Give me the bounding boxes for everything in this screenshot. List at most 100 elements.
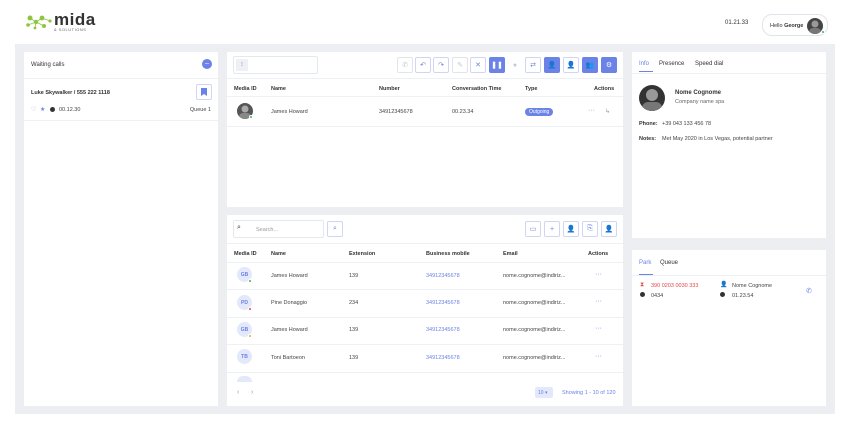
minus-icon[interactable]: – xyxy=(202,59,212,69)
phone-value: +39 043 133 456 78 xyxy=(662,121,712,127)
more-icon[interactable]: ··· xyxy=(595,325,602,332)
heart-icon[interactable]: ♡ xyxy=(31,106,36,113)
contact-extension: 139 xyxy=(349,273,359,279)
info-panel: Info Presence Speed dial Nome Cognome Co… xyxy=(632,52,826,238)
more-icon[interactable]: ··· xyxy=(595,353,602,360)
contact-extension: 139 xyxy=(349,327,359,333)
contact-photo xyxy=(639,85,665,111)
divider xyxy=(227,344,623,345)
parked-code: 0434 xyxy=(651,293,664,299)
notes-label: Notes: xyxy=(639,136,657,142)
search-input[interactable]: ⌕ Search... xyxy=(233,220,324,238)
col-actions: Actions xyxy=(594,86,615,92)
folder-icon[interactable]: ▭ xyxy=(525,221,541,237)
col-media-id: Media ID xyxy=(234,251,257,257)
greeting-word: Hello xyxy=(770,23,783,29)
contact-email: nome.cognome@indiriz... xyxy=(503,273,566,279)
prev-page-icon[interactable]: ‹ xyxy=(237,389,239,396)
undo-icon[interactable]: ↶ xyxy=(415,57,431,73)
divider xyxy=(227,289,623,290)
mute-icon[interactable]: ✕ xyxy=(470,57,486,73)
logo-mark-icon xyxy=(24,12,54,32)
contact-icon[interactable]: 👤 xyxy=(563,221,579,237)
col-name: Name xyxy=(271,86,286,92)
conference-icon[interactable]: 👥 xyxy=(582,57,598,73)
tab-queue[interactable]: Queue xyxy=(660,260,678,266)
greeting: Hello George xyxy=(770,23,803,29)
contact-extension: 139 xyxy=(349,355,359,361)
star-icon[interactable]: ★ xyxy=(40,106,45,113)
divider xyxy=(227,262,623,263)
search-button[interactable]: ⌕ xyxy=(327,221,343,237)
divider xyxy=(632,275,826,276)
pause-icon[interactable]: ❚❚ xyxy=(489,57,505,73)
tab-park[interactable]: Park xyxy=(639,260,651,266)
more-icon[interactable]: ··· xyxy=(595,298,602,305)
next-page-icon[interactable]: › xyxy=(251,389,253,396)
divider xyxy=(632,73,826,74)
divider xyxy=(227,243,623,244)
add-user-icon[interactable]: 👤 xyxy=(544,57,560,73)
notes-value: Met May 2020 in Los Vegas, potential par… xyxy=(662,136,773,142)
contact-mobile[interactable]: 34912345678 xyxy=(426,273,460,279)
status-dot xyxy=(248,334,252,338)
tab-presence[interactable]: Presence xyxy=(659,61,684,67)
search-icon: ⌕ xyxy=(237,224,241,231)
edit-icon[interactable]: ✎ xyxy=(452,57,468,73)
col-media-id: Media ID xyxy=(234,86,257,92)
divider xyxy=(227,372,623,373)
waiting-time: 00.12.30 xyxy=(59,107,81,113)
transfer-icon[interactable]: ⇄ xyxy=(525,57,541,73)
park-panel: Park Queue ⧗ 390 0203 0030 333 0434 👤 No… xyxy=(632,250,826,406)
col-number: Number xyxy=(379,86,400,92)
contact-email: nome.cognome@indiriz... xyxy=(503,355,566,361)
page-size-select[interactable]: 10 ▾ xyxy=(535,387,553,398)
bookmark-button[interactable] xyxy=(196,84,212,100)
tab-info[interactable]: Info xyxy=(639,61,649,67)
tab-underline xyxy=(639,71,653,72)
contact-name: Toni Bartoeon xyxy=(271,355,305,361)
call-time: 00.23.34 xyxy=(452,109,474,115)
clock-icon xyxy=(640,292,645,297)
contact-mobile[interactable]: 34912345678 xyxy=(426,300,460,306)
call-number: 34912345678 xyxy=(379,109,413,115)
redo-icon[interactable]: ↷ xyxy=(433,57,449,73)
record-icon[interactable]: ● xyxy=(507,57,523,73)
settings-icon[interactable]: ⚙ xyxy=(601,57,617,73)
page-size-value: 10 xyxy=(538,390,544,396)
dialpad-input[interactable]: ⁝ xyxy=(233,56,318,74)
dialpad-icon: ⁝ xyxy=(236,59,248,71)
user-menu[interactable]: Hello George xyxy=(762,14,828,36)
contacts-panel: ⌕ Search... ⌕ ▭ + 👤 ⎘ 👤 Media ID Name Ex… xyxy=(227,215,623,406)
tab-speed-dial[interactable]: Speed dial xyxy=(695,61,723,67)
phone-label: Phone: xyxy=(639,121,658,127)
active-calls-panel: ⁝ ✆ ↶ ↷ ✎ ✕ ❚❚ ● ⇄ 👤 👤 👥 ⚙ Media ID Name… xyxy=(227,52,623,207)
transfer-call-icon[interactable]: ↳ xyxy=(605,108,610,115)
divider xyxy=(227,78,623,79)
contact-avatar: TB xyxy=(237,349,252,364)
call-name: James Howard xyxy=(271,109,308,115)
pagination-summary: Showing 1 - 10 of 120 xyxy=(562,390,616,396)
logo: mida & SOLUTIONS xyxy=(24,11,96,32)
attach-icon[interactable]: ⎘ xyxy=(582,221,598,237)
more-icon[interactable]: ··· xyxy=(595,271,602,278)
user-icon[interactable]: 👤 xyxy=(563,57,579,73)
more-icon[interactable]: ··· xyxy=(588,107,595,114)
user-status-dot xyxy=(821,30,825,34)
hourglass-icon: ⧗ xyxy=(640,282,645,288)
caller-name: Luke Skywalker / 555 222 1118 xyxy=(31,90,110,96)
divider xyxy=(227,126,623,127)
clock: 01.21.33 xyxy=(725,20,749,26)
contact-mobile[interactable]: 34912345678 xyxy=(426,327,460,333)
pickup-call-icon[interactable]: ✆ xyxy=(806,287,812,295)
contact-mobile[interactable]: 34912345678 xyxy=(426,355,460,361)
user-name: George xyxy=(784,23,804,29)
call-button[interactable]: ✆ xyxy=(397,57,413,73)
add-contact-icon[interactable]: + xyxy=(544,221,560,237)
clock-icon xyxy=(50,107,55,112)
col-business-mobile: Business mobile xyxy=(426,251,470,257)
col-type: Type xyxy=(525,86,538,92)
col-extension: Extension xyxy=(349,251,376,257)
user-group-icon[interactable]: 👤 xyxy=(601,221,617,237)
contact-email: nome.cognome@indiriz... xyxy=(503,300,566,306)
